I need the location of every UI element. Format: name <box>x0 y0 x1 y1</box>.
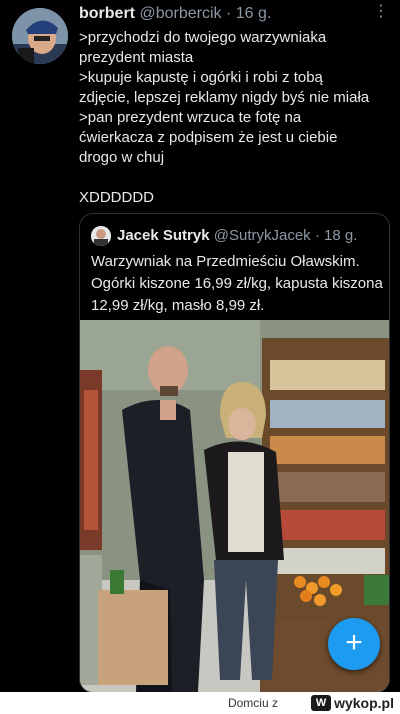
quoted-avatar <box>91 226 111 246</box>
tweet-text: >przychodzi do twojego warzywniaka prezy… <box>79 29 370 206</box>
quoted-avatar-image <box>91 226 111 246</box>
footer-author-name: Domciu <box>227 696 269 710</box>
display-name[interactable]: borbert <box>79 5 135 22</box>
plus-icon: + <box>345 626 363 659</box>
quoted-header: Jacek Sutryk @SutrykJacek · 18 g. <box>117 227 357 244</box>
ellipsis-vertical-icon[interactable]: ⋮ <box>372 3 390 21</box>
wykop-logo: W wykop.pl <box>311 694 394 712</box>
quoted-display-name: Jacek Sutryk <box>117 227 210 244</box>
quoted-separator: · <box>314 227 320 244</box>
separator: · <box>225 5 232 22</box>
tweet-header: borbert @borbercik · 16 g. <box>79 5 271 23</box>
handle[interactable]: @borbercik <box>139 5 221 22</box>
footer-bar: Domciu z W wykop.pl <box>0 692 400 714</box>
quoted-timestamp: 18 g. <box>324 227 358 244</box>
avatar[interactable] <box>12 8 68 64</box>
compose-button[interactable]: + <box>328 618 380 670</box>
footer-separator: z <box>272 696 278 710</box>
quoted-text: Warzywniak na Przedmieściu Oławskim. Ogó… <box>91 253 383 314</box>
wykop-logo-text: wykop.pl <box>334 695 394 711</box>
quoted-handle: @SutrykJacek <box>213 227 311 244</box>
footer-author: Domciu z <box>228 696 278 710</box>
wykop-logo-icon: W <box>311 695 332 711</box>
timestamp[interactable]: 16 g. <box>236 5 272 22</box>
avatar-image <box>12 8 68 64</box>
